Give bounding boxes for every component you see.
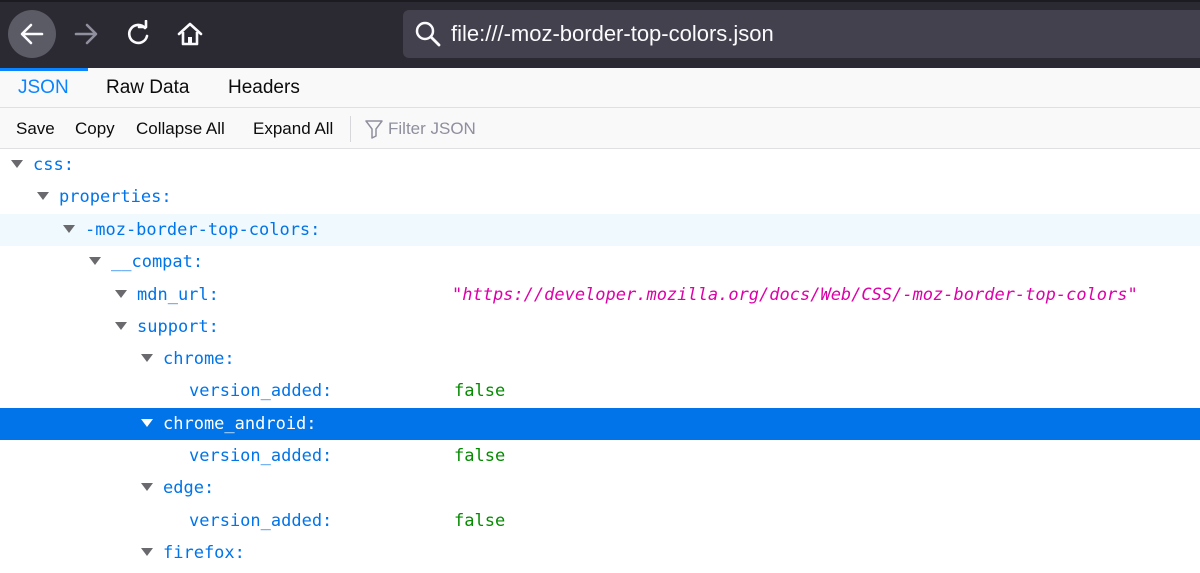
tree-row-version-added[interactable]: version_added: false: [0, 440, 1200, 472]
expand-triangle-icon[interactable]: [37, 192, 49, 200]
tab-raw-data[interactable]: Raw Data: [104, 68, 191, 107]
filter-json-input[interactable]: Filter JSON: [388, 108, 476, 148]
expand-triangle-icon[interactable]: [141, 548, 153, 556]
home-icon: [177, 22, 203, 46]
browser-toolbar: file:///-moz-border-top-colors.json: [0, 0, 1200, 68]
tree-key: mdn_url:: [137, 285, 219, 305]
expand-triangle-icon[interactable]: [63, 225, 75, 233]
tree-row-support[interactable]: support:: [0, 311, 1200, 343]
tree-key: chrome:: [163, 349, 235, 369]
viewer-tabs: JSON Raw Data Headers: [0, 68, 1200, 108]
tree-key: version_added:: [189, 511, 333, 531]
search-icon: [413, 19, 443, 49]
tree-key: __compat:: [111, 252, 204, 272]
tree-row-properties[interactable]: properties:: [0, 181, 1200, 213]
tree-row-edge[interactable]: edge:: [0, 472, 1200, 504]
tree-key: version_added:: [189, 446, 333, 466]
expand-triangle-icon[interactable]: [141, 419, 153, 427]
tree-key: css:: [33, 155, 74, 175]
tab-strip-edge: [0, 0, 1200, 2]
tree-key: chrome_android:: [163, 414, 317, 434]
tree-key: edge:: [163, 478, 215, 498]
tree-value-boolean: false: [454, 511, 506, 531]
tree-value-string: "https://developer.mozilla.org/docs/Web/…: [452, 285, 1138, 305]
tree-row-css[interactable]: css:: [0, 149, 1200, 181]
tree-row-firefox[interactable]: firefox:: [0, 537, 1200, 569]
tree-row-chrome[interactable]: chrome:: [0, 343, 1200, 375]
forward-button[interactable]: [62, 10, 110, 58]
toolbar-divider: [350, 116, 351, 142]
tree-row-mdn-url[interactable]: mdn_url: "https://developer.mozilla.org/…: [0, 279, 1200, 311]
reload-button[interactable]: [114, 10, 162, 58]
json-toolbar: Save Copy Collapse All Expand All Filter…: [0, 108, 1200, 149]
tree-row-version-added[interactable]: version_added: false: [0, 505, 1200, 537]
tree-value-boolean: false: [454, 381, 506, 401]
tab-headers[interactable]: Headers: [226, 68, 302, 107]
tree-row-version-added[interactable]: version_added: false: [0, 375, 1200, 407]
tree-row-chrome-android[interactable]: chrome_android:: [0, 408, 1200, 440]
expand-triangle-icon[interactable]: [89, 257, 101, 265]
collapse-all-button[interactable]: Collapse All: [136, 108, 225, 148]
expand-triangle-icon[interactable]: [141, 483, 153, 491]
tree-key: version_added:: [189, 381, 333, 401]
tree-row-compat[interactable]: __compat:: [0, 246, 1200, 278]
url-bar[interactable]: file:///-moz-border-top-colors.json: [403, 10, 1200, 58]
tree-key: firefox:: [163, 543, 245, 563]
tree-key: support:: [137, 317, 219, 337]
back-arrow-icon: [20, 23, 44, 45]
expand-triangle-icon[interactable]: [141, 354, 153, 362]
expand-all-button[interactable]: Expand All: [253, 108, 333, 148]
tree-row-moz-border-top-colors[interactable]: -moz-border-top-colors:: [0, 214, 1200, 246]
filter-icon: [365, 120, 383, 139]
tab-json[interactable]: JSON: [16, 68, 71, 107]
home-button[interactable]: [166, 10, 214, 58]
tree-value-boolean: false: [454, 446, 506, 466]
expand-triangle-icon[interactable]: [11, 160, 23, 168]
tree-key: properties:: [59, 187, 172, 207]
copy-button[interactable]: Copy: [75, 108, 115, 148]
forward-arrow-icon: [74, 23, 98, 45]
reload-icon: [127, 20, 149, 45]
tree-key: -moz-border-top-colors:: [85, 220, 321, 240]
save-button[interactable]: Save: [16, 108, 55, 148]
expand-triangle-icon[interactable]: [115, 290, 127, 298]
url-text[interactable]: file:///-moz-border-top-colors.json: [451, 21, 774, 47]
expand-triangle-icon[interactable]: [115, 322, 127, 330]
back-button[interactable]: [8, 10, 56, 58]
